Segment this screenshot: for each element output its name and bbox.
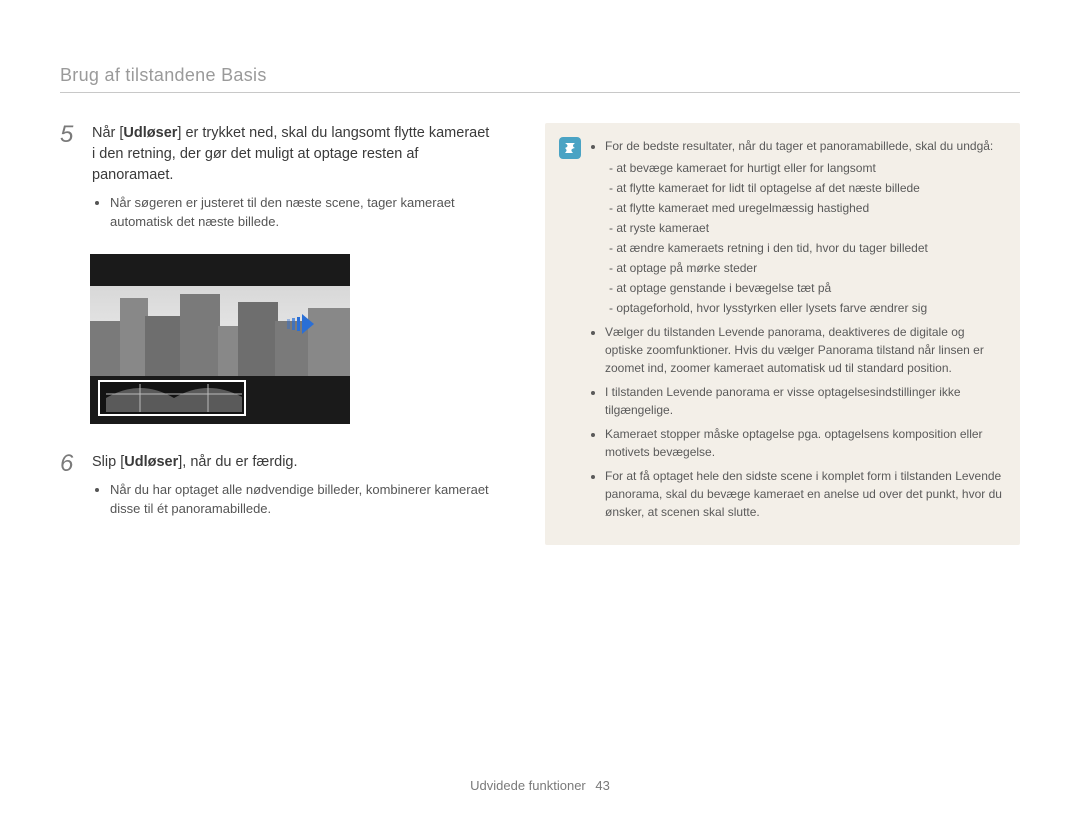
note-intro: For de bedste resultater, når du tager e… bbox=[605, 139, 993, 153]
note-icon bbox=[559, 137, 581, 159]
footer-section: Udvidede funktioner bbox=[470, 778, 586, 793]
step-text-pre: Når [ bbox=[92, 125, 123, 141]
note-intro-item: For de bedste resultater, når du tager e… bbox=[605, 137, 1002, 317]
content-columns: 5 Når [Udløser] er trykket ned, skal du … bbox=[60, 123, 1020, 545]
note-avoid-item: at ændre kameraets retning i den tid, hv… bbox=[609, 239, 1002, 257]
note-point: Vælger du tilstanden Levende panorama, d… bbox=[605, 323, 1002, 377]
section-header: Brug af tilstandene Basis bbox=[60, 65, 1020, 93]
building-shape bbox=[120, 298, 148, 376]
note-point: For at få optaget hele den sidste scene … bbox=[605, 467, 1002, 521]
note-avoid-item: optageforhold, hvor lysstyrken eller lys… bbox=[609, 299, 1002, 317]
note-box: For de bedste resultater, når du tager e… bbox=[545, 123, 1020, 545]
step-bullet: Når søgeren er justeret til den næste sc… bbox=[110, 194, 490, 232]
note-point: Kameraet stopper måske optagelse pga. op… bbox=[605, 425, 1002, 461]
note-avoid-item: at bevæge kameraet for hurtigt eller for… bbox=[609, 159, 1002, 177]
note-avoid-item: at flytte kameraet med uregelmæssig hast… bbox=[609, 199, 1002, 217]
note-avoid-item: at flytte kameraet for lidt til optagels… bbox=[609, 179, 1002, 197]
building-shape bbox=[238, 302, 278, 376]
note-avoid-item: at optage genstande i bevægelse tæt på bbox=[609, 279, 1002, 297]
page-footer: Udvidede funktioner 43 bbox=[0, 778, 1080, 793]
step-body: Slip [Udløser], når du er færdig. Når du… bbox=[92, 452, 490, 523]
page-number: 43 bbox=[595, 778, 609, 793]
building-shape bbox=[218, 326, 240, 376]
step-bullets: Når søgeren er justeret til den næste sc… bbox=[92, 194, 490, 232]
building-shape bbox=[308, 308, 350, 376]
arrow-right-icon bbox=[287, 314, 314, 334]
step-text-pre: Slip [ bbox=[92, 454, 124, 470]
left-column: 5 Når [Udløser] er trykket ned, skal du … bbox=[60, 123, 490, 545]
step-6: 6 Slip [Udløser], når du er færdig. Når … bbox=[60, 452, 490, 523]
note-body: For de bedste resultater, når du tager e… bbox=[591, 137, 1002, 527]
step-bullet: Når du har optaget alle nødvendige bille… bbox=[110, 481, 490, 519]
note-avoid-item: at ryste kameraet bbox=[609, 219, 1002, 237]
step-5: 5 Når [Udløser] er trykket ned, skal du … bbox=[60, 123, 490, 236]
right-column: For de bedste resultater, når du tager e… bbox=[545, 123, 1020, 545]
step-text-bold: Udløser bbox=[123, 125, 177, 141]
step-text-bold: Udløser bbox=[124, 454, 178, 470]
step-body: Når [Udløser] er trykket ned, skal du la… bbox=[92, 123, 490, 236]
building-shape bbox=[180, 294, 220, 376]
step-bullets: Når du har optaget alle nødvendige bille… bbox=[92, 481, 490, 519]
capture-frame bbox=[98, 380, 246, 416]
bridge-icon bbox=[106, 384, 242, 412]
step-text-post: ], når du er færdig. bbox=[178, 454, 297, 470]
note-avoid-list: at bevæge kameraet for hurtigt eller for… bbox=[605, 159, 1002, 317]
note-point: I tilstanden Levende panorama er visse o… bbox=[605, 383, 1002, 419]
panorama-illustration bbox=[90, 254, 350, 424]
note-avoid-item: at optage på mørke steder bbox=[609, 259, 1002, 277]
step-number: 5 bbox=[60, 123, 78, 236]
step-number: 6 bbox=[60, 452, 78, 523]
building-shape bbox=[145, 316, 181, 376]
